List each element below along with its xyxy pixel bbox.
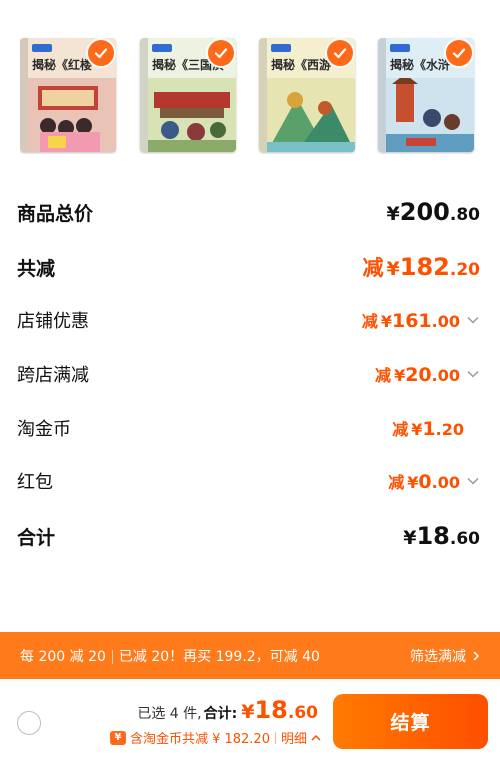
total-integer: 18 xyxy=(254,696,288,724)
selected-count: 已选 4 件, xyxy=(137,706,202,722)
selected-check-icon[interactable] xyxy=(444,38,474,68)
discount-detail-line[interactable]: ¥ 含淘金币共减 ¥ 182.20 明细 xyxy=(109,728,322,747)
amount-integer: 0 xyxy=(418,471,432,493)
amount-integer: 182 xyxy=(399,253,450,281)
reduction-prefix: 减 xyxy=(388,473,405,492)
book-spine xyxy=(140,38,148,152)
promo-status: 已减 20！再买 199.2，可减 40 xyxy=(118,648,320,665)
goods-total-amount: ¥200.80 xyxy=(387,198,480,226)
shop-discount-label: 店铺优惠 xyxy=(17,311,89,332)
total-reduction-row: 共减 减 ¥182.20 xyxy=(17,250,480,284)
coin-icon: ¥ xyxy=(109,730,126,745)
grand-total-amount: ¥18.60 xyxy=(403,522,480,550)
chevron-up-icon xyxy=(311,734,321,741)
selection-summary: 已选 4 件, 合计: ¥ 18 .60 xyxy=(137,696,318,724)
chevron-down-icon[interactable] xyxy=(466,313,480,327)
currency-symbol: ¥ xyxy=(386,203,400,225)
red-packet-amount: 减 ¥0.00 xyxy=(388,469,480,493)
total-label: 合计: xyxy=(203,706,238,722)
grand-total-label: 合计 xyxy=(17,526,56,549)
total-currency: ¥ xyxy=(241,701,255,723)
reduction-prefix: 减 xyxy=(361,312,378,331)
cover-illustration xyxy=(267,78,355,152)
currency-symbol: ¥ xyxy=(407,473,419,492)
currency-symbol: ¥ xyxy=(411,420,423,439)
amount-decimal: .80 xyxy=(449,205,480,225)
grand-total-row: 合计 ¥18.60 xyxy=(17,519,480,553)
shop-discount-amount: 减 ¥161.00 xyxy=(362,308,480,332)
cover-illustration xyxy=(386,78,474,152)
selected-check-icon[interactable] xyxy=(325,38,355,68)
product-thumbnail-2[interactable]: 揭秘《三国演 xyxy=(140,38,236,152)
red-packet-label: 红包 xyxy=(17,472,53,493)
chevron-down-icon[interactable] xyxy=(466,474,480,488)
selected-check-icon[interactable] xyxy=(86,38,116,68)
amount-decimal: .00 xyxy=(431,312,460,331)
chevron-down-icon[interactable] xyxy=(466,367,480,381)
amount-decimal: .00 xyxy=(431,366,460,385)
cross-shop-amount: 减 ¥20.00 xyxy=(375,362,480,386)
amount-integer: 200 xyxy=(399,198,450,226)
divider xyxy=(274,731,276,744)
book-spine xyxy=(378,38,386,152)
amount-integer: 1 xyxy=(422,418,436,440)
publisher-badge xyxy=(390,44,410,52)
amount-integer: 161 xyxy=(391,310,432,332)
checkout-bar: 已选 4 件, 合计: ¥ 18 .60 ¥ 含淘金币共减 ¥ 182.20 明… xyxy=(0,679,500,764)
goods-total-row: 商品总价 ¥200.80 xyxy=(17,196,480,228)
taojinbi-row: 淘金币 减 ¥1.20 xyxy=(17,413,480,443)
cross-shop-row[interactable]: 跨店满减 减 ¥20.00 xyxy=(17,359,480,389)
coin-discount-text: 含淘金币共减 ¥ 182.20 xyxy=(129,732,270,747)
reduction-prefix: 减 xyxy=(392,420,409,439)
product-thumbnail-3[interactable]: 揭秘《西游 xyxy=(259,38,355,152)
promo-bar: 每 200 减 20 已减 20！再买 199.2，可减 40 筛选满减 xyxy=(0,632,500,679)
publisher-badge xyxy=(32,44,52,52)
currency-symbol: ¥ xyxy=(394,366,406,385)
currency-symbol: ¥ xyxy=(403,527,417,549)
product-thumbnail-4[interactable]: 揭秘《水浒 xyxy=(378,38,474,152)
detail-label: 明细 xyxy=(280,732,307,747)
taojinbi-amount: 减 ¥1.20 xyxy=(392,416,464,440)
taojinbi-label: 淘金币 xyxy=(17,419,71,440)
amount-decimal: .00 xyxy=(431,473,460,492)
cover-illustration xyxy=(148,78,236,152)
publisher-badge xyxy=(271,44,291,52)
amount-decimal: .60 xyxy=(449,529,480,549)
reduction-prefix: 减 xyxy=(362,256,384,280)
publisher-badge xyxy=(152,44,172,52)
selected-check-icon[interactable] xyxy=(206,38,236,68)
promo-text: 每 200 减 20 已减 20！再买 199.2，可减 40 xyxy=(20,646,320,666)
amount-integer: 20 xyxy=(405,364,432,386)
shop-discount-row[interactable]: 店铺优惠 减 ¥161.00 xyxy=(17,305,480,335)
amount-integer: 18 xyxy=(416,522,450,550)
cover-illustration xyxy=(28,78,116,152)
chevron-right-icon xyxy=(473,650,480,661)
reduction-prefix: 减 xyxy=(375,366,392,385)
goods-total-label: 商品总价 xyxy=(17,202,94,225)
amount-decimal: .20 xyxy=(449,260,480,280)
promo-rule: 每 200 减 20 xyxy=(20,648,106,665)
currency-symbol: ¥ xyxy=(380,312,392,331)
total-reduction-label: 共减 xyxy=(17,257,56,280)
product-thumbnail-strip: 揭秘《红楼 揭秘《三国演 揭秘《西游 揭秘《水浒 xyxy=(20,30,500,155)
select-all-radio[interactable] xyxy=(17,711,41,735)
total-decimal: .60 xyxy=(287,703,318,723)
red-packet-row[interactable]: 红包 减 ¥0.00 xyxy=(17,466,480,496)
cross-shop-label: 跨店满减 xyxy=(17,365,89,386)
product-thumbnail-1[interactable]: 揭秘《红楼 xyxy=(20,38,116,152)
filter-promo-label: 筛选满减 xyxy=(410,648,466,665)
divider xyxy=(111,649,113,664)
book-spine xyxy=(20,38,28,152)
currency-symbol: ¥ xyxy=(386,258,400,280)
book-spine xyxy=(259,38,267,152)
total-reduction-amount: 减 ¥182.20 xyxy=(363,252,480,282)
filter-promo-link[interactable]: 筛选满减 xyxy=(410,646,482,666)
checkout-button[interactable]: 结算 xyxy=(333,694,488,749)
amount-decimal: .20 xyxy=(435,420,464,439)
